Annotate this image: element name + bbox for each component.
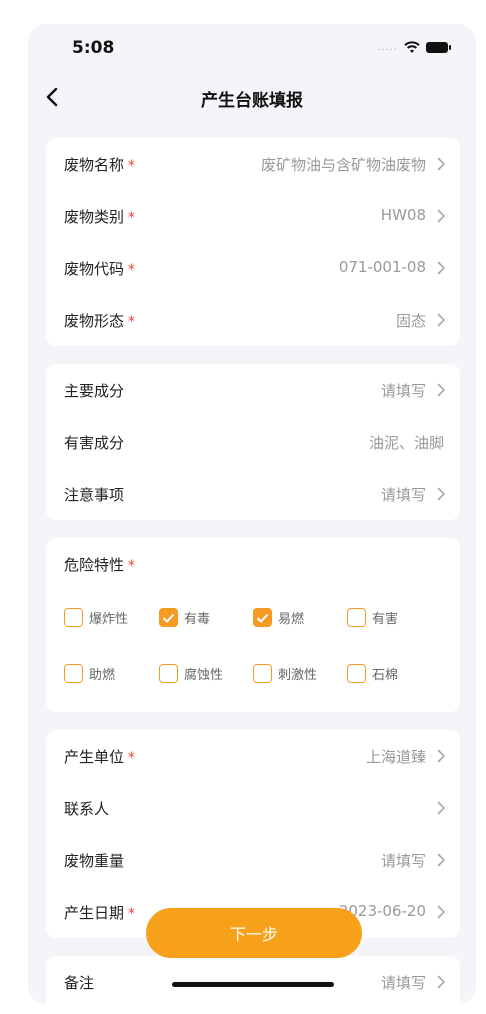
- signal-icon: .....: [377, 41, 398, 53]
- row-label: 产生单位 *: [64, 748, 136, 766]
- chevron-right-icon: [437, 313, 446, 327]
- required-mark: *: [128, 750, 136, 766]
- row-value: 上海道臻: [365, 748, 426, 766]
- row-label: 废物类别 *: [64, 208, 136, 226]
- chevron-right-icon: [437, 487, 446, 501]
- composition-card: 主要成分 请填写 有害成分 油泥、油脚 注意事项 请填写: [46, 364, 460, 520]
- checkbox-box: [64, 608, 83, 627]
- row-label: 主要成分: [64, 382, 125, 400]
- row-label: 危险特性 *: [64, 556, 136, 574]
- checkbox-label: 腐蚀性: [184, 668, 224, 683]
- chevron-right-icon: [437, 157, 446, 171]
- wifi-icon: [404, 41, 420, 53]
- checkbox-box: [347, 664, 366, 683]
- checkbox-label: 有毒: [184, 612, 211, 627]
- phone-screen: 5:08 ..... 产生台账填报 废物名称 * 废矿物油与含矿物油废物 废物类别…: [28, 24, 476, 1004]
- checkbox-explosive[interactable]: 爆炸性: [64, 608, 128, 627]
- producer-card: 产生单位 * 上海道臻 联系人 废物重量 请填写 产生日期 * 2023-06-20: [46, 730, 460, 938]
- checkbox-box: [347, 608, 366, 627]
- hazard-header-row: 危险特性 *: [46, 538, 460, 590]
- page-title: 产生台账填报: [201, 91, 303, 111]
- row-value: HW08: [380, 206, 426, 224]
- chevron-right-icon: [437, 905, 446, 919]
- waste-name-row[interactable]: 废物名称 * 废矿物油与含矿物油废物: [46, 138, 460, 190]
- checkbox-label: 石棉: [372, 668, 399, 683]
- row-value: 请填写: [380, 852, 426, 870]
- row-value: 请填写: [380, 382, 426, 400]
- row-value: 071-001-08: [338, 258, 426, 276]
- status-icons: .....: [377, 40, 451, 54]
- checkbox-label: 易燃: [278, 612, 305, 627]
- required-mark: *: [128, 210, 136, 226]
- row-value: 请填写: [380, 974, 426, 992]
- checkbox-asbestos[interactable]: 石棉: [347, 664, 398, 683]
- row-label: 备注: [64, 974, 95, 992]
- chevron-right-icon: [437, 853, 446, 867]
- producer-unit-row[interactable]: 产生单位 * 上海道臻: [46, 730, 460, 782]
- hazard-card: 危险特性 * 爆炸性 有毒 易燃 有害 助燃 腐蚀性 刺激性 石棉: [46, 538, 460, 712]
- chevron-right-icon: [437, 801, 446, 815]
- waste-code-row[interactable]: 废物代码 * 071-001-08: [46, 242, 460, 294]
- required-mark: *: [128, 158, 136, 174]
- chevron-right-icon: [437, 975, 446, 989]
- checkbox-flammable[interactable]: 易燃: [253, 608, 304, 627]
- row-value: 废矿物油与含矿物油废物: [260, 156, 426, 174]
- chevron-right-icon: [437, 383, 446, 397]
- checkbox-box: [64, 664, 83, 683]
- checkbox-harmful[interactable]: 有害: [347, 608, 398, 627]
- chevron-right-icon: [437, 749, 446, 763]
- row-value: 请填写: [380, 486, 426, 504]
- status-bar: 5:08 .....: [28, 24, 476, 76]
- waste-weight-row[interactable]: 废物重量 请填写: [46, 834, 460, 886]
- contact-row[interactable]: 联系人: [46, 782, 460, 834]
- required-mark: *: [128, 314, 136, 330]
- checkbox-irritant[interactable]: 刺激性: [253, 664, 317, 683]
- row-label: 产生日期 *: [64, 904, 136, 922]
- checkbox-label: 爆炸性: [89, 612, 129, 627]
- next-step-button[interactable]: 下一步: [146, 908, 362, 958]
- remarks-card: 备注 请填写: [46, 956, 460, 1004]
- check-icon: [159, 608, 178, 627]
- row-label: 有害成分: [64, 434, 125, 452]
- nav-bar: 产生台账填报: [28, 78, 476, 118]
- waste-category-row[interactable]: 废物类别 * HW08: [46, 190, 460, 242]
- waste-form-row[interactable]: 废物形态 * 固态: [46, 294, 460, 346]
- chevron-right-icon: [437, 261, 446, 275]
- row-label: 废物重量: [64, 852, 125, 870]
- checkbox-box: [159, 664, 178, 683]
- waste-info-card: 废物名称 * 废矿物油与含矿物油废物 废物类别 * HW08 废物代码 * 071-0…: [46, 138, 460, 346]
- checkbox-label: 助燃: [89, 668, 116, 683]
- row-value: 固态: [395, 312, 426, 330]
- checkbox-label: 有害: [372, 612, 399, 627]
- row-label: 废物名称 *: [64, 156, 136, 174]
- required-mark: *: [128, 558, 136, 574]
- harmful-component-row: 有害成分 油泥、油脚: [46, 416, 460, 468]
- row-label: 废物代码 *: [64, 260, 136, 278]
- checkbox-corrosive[interactable]: 腐蚀性: [159, 664, 223, 683]
- row-label: 注意事项: [64, 486, 125, 504]
- row-value: 油泥、油脚: [368, 434, 444, 452]
- chevron-right-icon: [437, 209, 446, 223]
- notes-attention-row[interactable]: 注意事项 请填写: [46, 468, 460, 520]
- checkbox-label: 刺激性: [278, 668, 318, 683]
- checkbox-box: [253, 664, 272, 683]
- row-label: 联系人: [64, 800, 110, 818]
- status-time: 5:08: [72, 38, 115, 58]
- checkbox-toxic[interactable]: 有毒: [159, 608, 210, 627]
- remarks-row[interactable]: 备注 请填写: [46, 956, 460, 1004]
- main-component-row[interactable]: 主要成分 请填写: [46, 364, 460, 416]
- home-indicator: [172, 982, 334, 987]
- check-icon: [253, 608, 272, 627]
- required-mark: *: [128, 262, 136, 278]
- battery-icon: [426, 41, 451, 53]
- row-label: 废物形态 *: [64, 312, 136, 330]
- required-mark: *: [128, 906, 136, 922]
- checkbox-oxidizing[interactable]: 助燃: [64, 664, 115, 683]
